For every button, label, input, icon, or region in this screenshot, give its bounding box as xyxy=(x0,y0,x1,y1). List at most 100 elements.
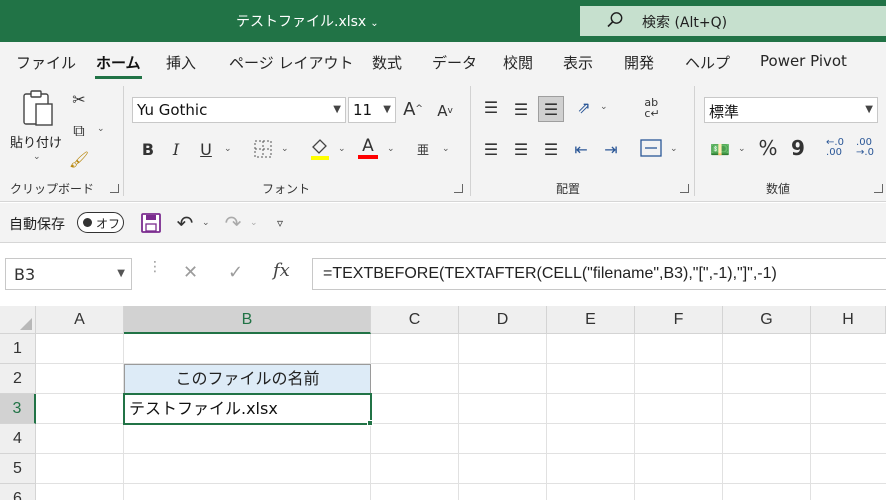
undo-button[interactable]: ↶ xyxy=(174,211,196,235)
group-divider xyxy=(123,86,124,196)
accounting-format-button[interactable]: 💵 xyxy=(708,138,732,160)
accounting-dropdown-icon[interactable]: ⌄ xyxy=(738,144,746,154)
enter-formula-button[interactable]: ✓ xyxy=(228,262,243,283)
underline-button[interactable]: U xyxy=(196,138,216,160)
cell-b2[interactable]: このファイルの名前 xyxy=(124,364,371,394)
decrease-decimal-button[interactable]: .00 →.0 xyxy=(852,134,878,162)
phonetic-dropdown-icon[interactable]: ⌄ xyxy=(442,144,450,154)
gridline xyxy=(546,334,547,500)
alignment-launcher-icon[interactable] xyxy=(680,184,689,193)
row-header-3[interactable]: 3 xyxy=(0,394,36,424)
italic-button[interactable]: I xyxy=(166,138,186,160)
merge-center-button[interactable] xyxy=(638,136,664,160)
orientation-button[interactable]: ⇗ xyxy=(572,96,596,118)
row-header-1[interactable]: 1 xyxy=(0,334,36,364)
orientation-dropdown-icon[interactable]: ⌄ xyxy=(600,102,608,112)
cell-b3[interactable]: テストファイル.xlsx xyxy=(123,393,372,425)
tab-data[interactable]: データ xyxy=(432,52,477,73)
align-left-button[interactable]: ☰ xyxy=(480,138,502,160)
gridline xyxy=(36,453,886,454)
paste-dropdown-icon[interactable]: ⌄ xyxy=(33,152,41,162)
copy-dropdown-icon[interactable]: ⌄ xyxy=(97,124,105,134)
fill-handle[interactable] xyxy=(367,420,373,426)
borders-button[interactable] xyxy=(252,138,274,160)
decrease-indent-button[interactable]: ⇤ xyxy=(570,138,592,160)
align-top-button[interactable]: ☰ xyxy=(480,96,502,118)
merge-dropdown-icon[interactable]: ⌄ xyxy=(670,144,678,154)
number-format-combo[interactable]: 標準 ▼ xyxy=(704,97,878,123)
clipboard-launcher-icon[interactable] xyxy=(110,184,119,193)
redo-dropdown-icon[interactable]: ⌄ xyxy=(250,218,258,228)
font-color-button[interactable]: A xyxy=(356,134,380,162)
number-launcher-icon[interactable] xyxy=(874,184,883,193)
tab-page-layout[interactable]: ページ レイアウト xyxy=(229,52,353,73)
fill-color-dropdown-icon[interactable]: ⌄ xyxy=(338,144,346,154)
column-header-h[interactable]: H xyxy=(811,306,886,334)
shrink-font-button[interactable]: Av xyxy=(434,100,456,122)
align-bottom-button[interactable]: ☰ xyxy=(538,96,564,122)
search-box[interactable]: 検索 (Alt+Q) xyxy=(580,6,886,36)
column-header-c[interactable]: C xyxy=(371,306,459,334)
column-header-d[interactable]: D xyxy=(459,306,547,334)
chevron-down-icon: ▼ xyxy=(333,104,341,115)
tab-help[interactable]: ヘルプ xyxy=(685,52,730,73)
font-size-combo[interactable]: 11 ▼ xyxy=(348,97,396,123)
align-center-button[interactable]: ☰ xyxy=(510,138,532,160)
select-all-button[interactable] xyxy=(0,306,36,334)
copy-button[interactable]: ⧉ xyxy=(68,120,90,142)
fill-color-button[interactable] xyxy=(308,136,332,162)
tab-developer[interactable]: 開発 xyxy=(624,52,654,73)
cut-button[interactable]: ✂ xyxy=(68,88,90,110)
underline-dropdown-icon[interactable]: ⌄ xyxy=(224,144,232,154)
file-name-menu[interactable]: テストファイル.xlsx ⌄ xyxy=(236,11,379,31)
comma-style-button[interactable]: 9 xyxy=(788,136,808,160)
paste-button[interactable] xyxy=(18,88,58,128)
redo-button[interactable]: ↷ xyxy=(222,211,244,235)
font-name-combo[interactable]: Yu Gothic ▼ xyxy=(132,97,346,123)
column-header-b[interactable]: B xyxy=(124,306,371,334)
grow-font-button[interactable]: A ^ xyxy=(402,98,424,120)
increase-decimal-button[interactable]: ←.0.00 xyxy=(822,134,848,162)
drag-handle-icon[interactable]: ⋮ xyxy=(148,260,162,274)
phonetic-guide-button[interactable]: 亜 xyxy=(412,136,434,162)
tab-insert[interactable]: 挿入 xyxy=(166,52,196,73)
customize-qat-button[interactable]: ▿ xyxy=(272,214,288,232)
align-middle-button[interactable]: ☰ xyxy=(510,98,532,120)
font-color-dropdown-icon[interactable]: ⌄ xyxy=(387,144,395,154)
autosave-toggle[interactable]: オフ xyxy=(77,212,124,233)
tab-view[interactable]: 表示 xyxy=(563,52,593,73)
wrap-text-button[interactable]: ab c↵ xyxy=(640,94,664,122)
insert-function-button[interactable]: fx xyxy=(273,260,290,281)
bold-button[interactable]: B xyxy=(138,138,158,160)
percent-style-button[interactable]: % xyxy=(756,136,780,160)
increase-indent-button[interactable]: ⇥ xyxy=(600,138,622,160)
tab-home[interactable]: ホーム xyxy=(95,52,142,79)
column-header-e[interactable]: E xyxy=(547,306,635,334)
borders-dropdown-icon[interactable]: ⌄ xyxy=(281,144,289,154)
cancel-formula-button[interactable]: ✕ xyxy=(183,262,198,283)
worksheet-grid[interactable]: A B C D E F G H 1 2 3 4 5 6 このファイルの名前 テス… xyxy=(0,306,886,500)
tab-review[interactable]: 校閲 xyxy=(503,52,533,73)
tab-power-pivot[interactable]: Power Pivot xyxy=(760,52,847,70)
row-header-2[interactable]: 2 xyxy=(0,364,36,394)
format-painter-button[interactable]: 🖌 xyxy=(68,148,90,170)
align-right-button[interactable]: ☰ xyxy=(540,138,562,160)
undo-dropdown-icon[interactable]: ⌄ xyxy=(202,218,210,228)
save-button[interactable] xyxy=(140,212,162,234)
formula-input[interactable]: =TEXTBEFORE(TEXTAFTER(CELL("filename",B3… xyxy=(312,258,886,290)
name-box[interactable]: B3 ▼ xyxy=(5,258,132,290)
number-group-label: 数値 xyxy=(766,182,791,196)
column-header-a[interactable]: A xyxy=(36,306,124,334)
redo-icon: ↷ xyxy=(224,211,242,235)
row-header-4[interactable]: 4 xyxy=(0,424,36,454)
font-launcher-icon[interactable] xyxy=(454,184,463,193)
tab-formulas[interactable]: 数式 xyxy=(372,52,402,73)
row-header-5[interactable]: 5 xyxy=(0,454,36,484)
file-name-label: テストファイル.xlsx xyxy=(236,14,367,30)
tab-file[interactable]: ファイル xyxy=(16,52,76,73)
column-header-g[interactable]: G xyxy=(723,306,811,334)
row-header-6[interactable]: 6 xyxy=(0,484,36,500)
indent-icon: ⇥ xyxy=(604,139,618,159)
chevron-down-icon: ▼ xyxy=(383,104,391,115)
column-header-f[interactable]: F xyxy=(635,306,723,334)
